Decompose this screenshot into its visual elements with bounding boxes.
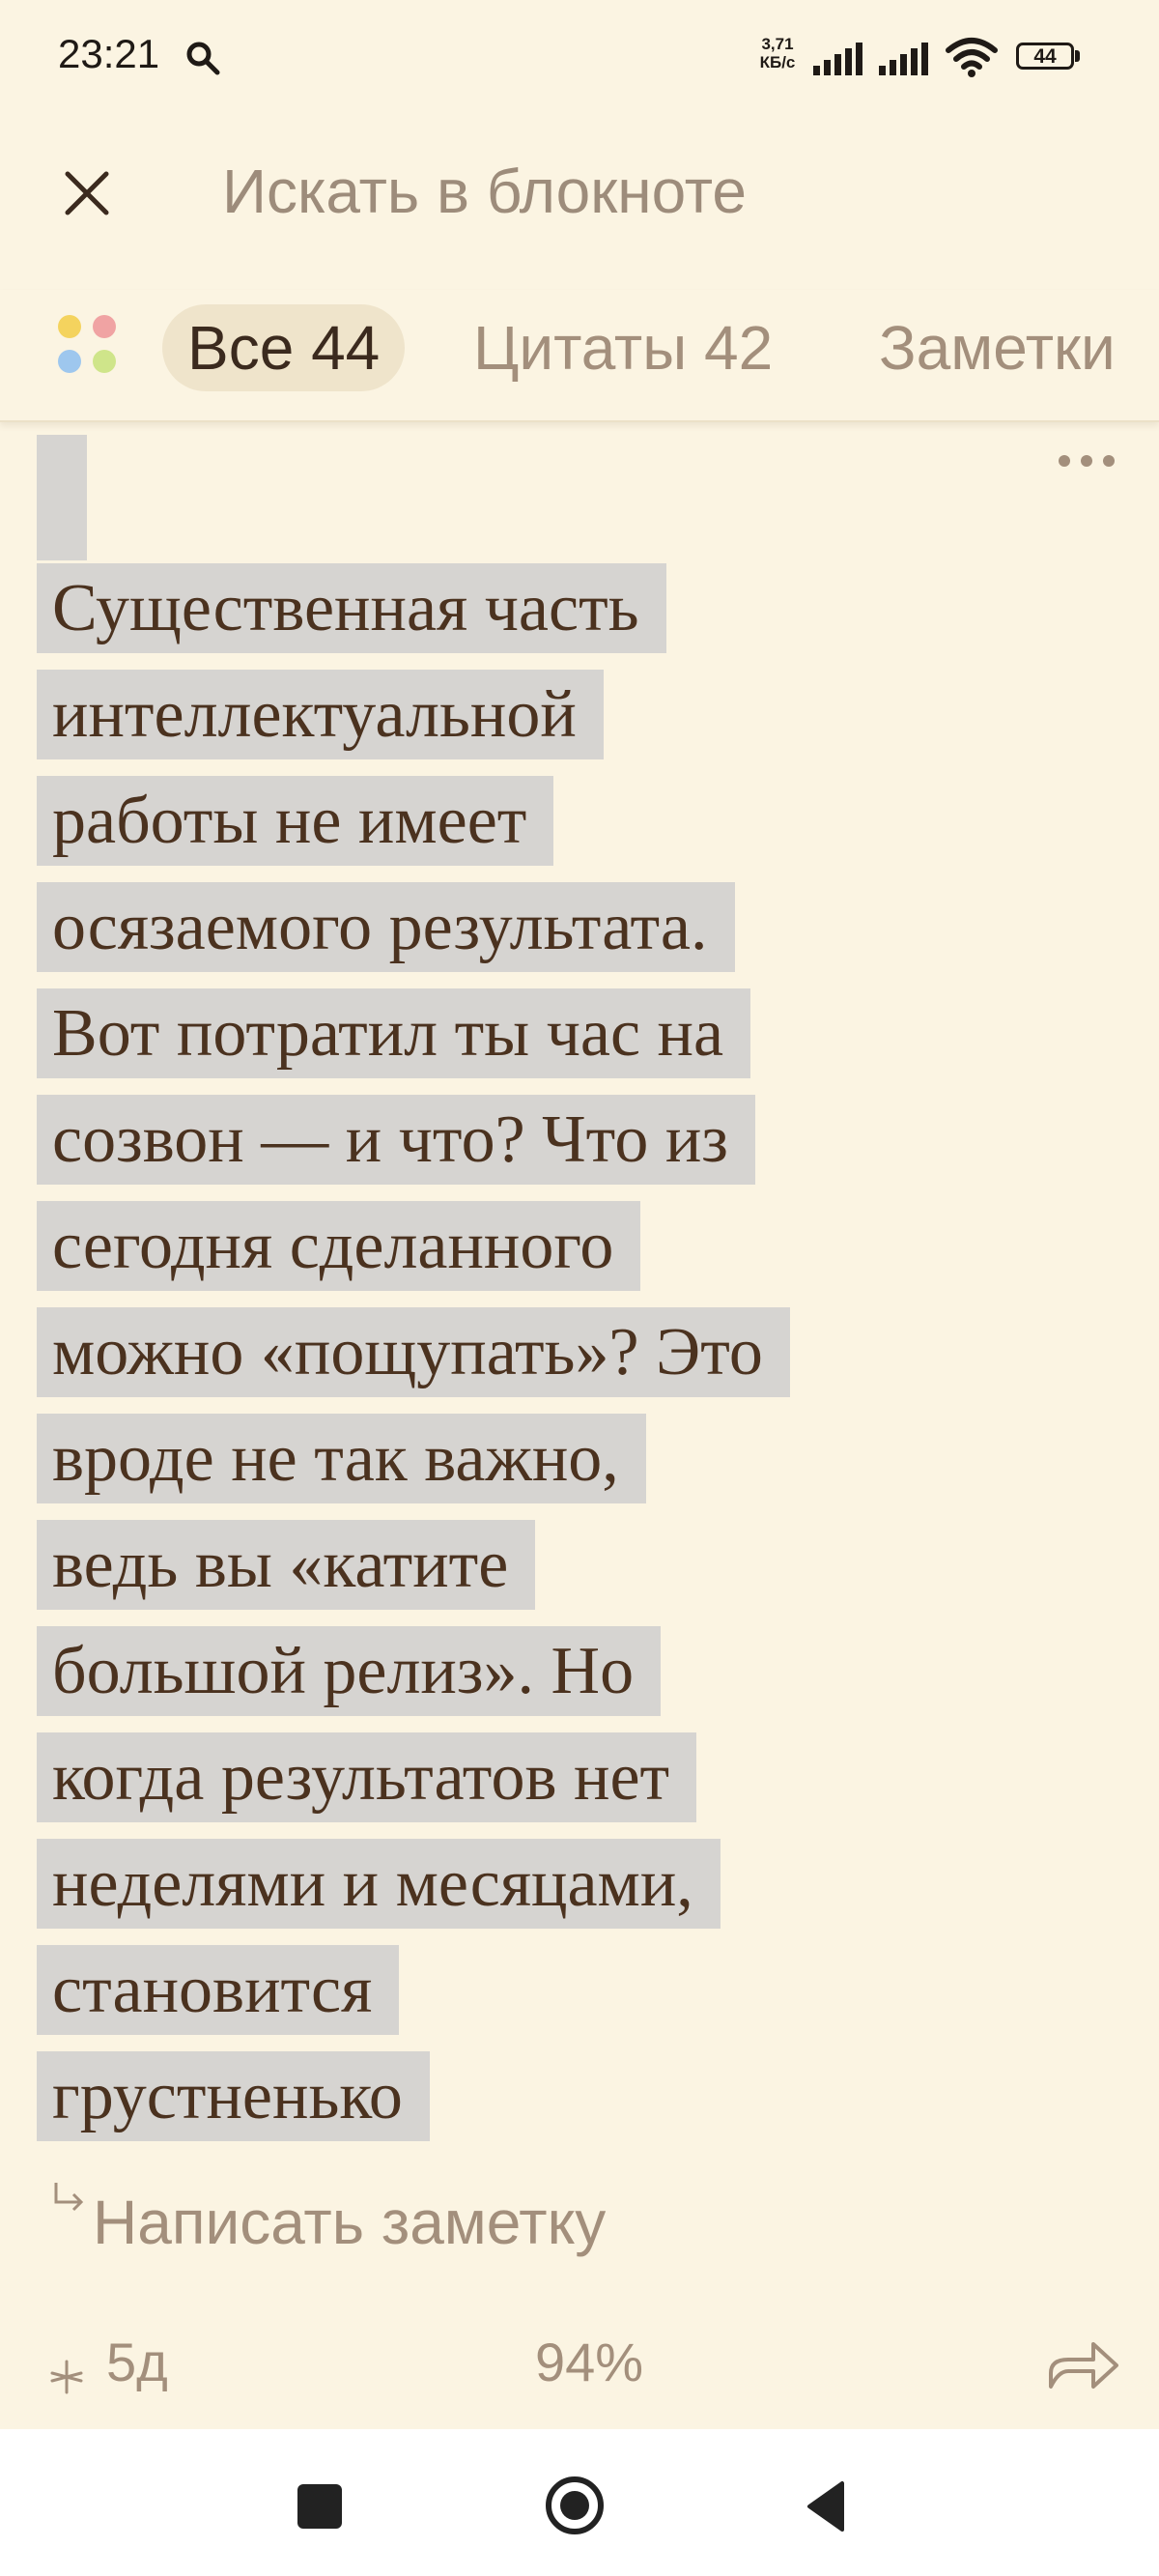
quote-line: Вот потратил ты час на (37, 988, 751, 1078)
reply-arrow-icon (54, 2183, 84, 2212)
dot-green (93, 350, 116, 373)
signal-sim1-icon (813, 43, 862, 75)
write-note-button[interactable]: Написать заметку (50, 2179, 606, 2266)
quote-age: 5д (106, 2332, 168, 2392)
status-time: 23:21 (58, 31, 160, 76)
back-icon[interactable] (802, 2477, 850, 2535)
system-nav-bar (0, 2429, 1159, 2576)
quote-line: интеллектуальной (37, 670, 604, 759)
quote-highlight-marker (37, 435, 87, 560)
quote-text[interactable]: Существенная часть интеллектуальной рабо… (37, 556, 1109, 2150)
home-icon[interactable] (541, 2472, 608, 2539)
quote-line: осязаемого результата. (37, 882, 735, 972)
quote-line: работы не имеет (37, 776, 554, 866)
battery-tip (1075, 50, 1080, 62)
share-icon (1049, 2342, 1118, 2389)
search-icon (186, 42, 220, 75)
quote-line: большой релиз». Но (37, 1626, 662, 1716)
quote-line: созвон — и что? Что из (37, 1095, 755, 1185)
search-input[interactable] (222, 153, 1091, 230)
recents-icon[interactable] (297, 2484, 342, 2529)
color-dots-icon[interactable] (58, 315, 135, 392)
status-bar: 23:21 3,71 КБ/с 44 (0, 0, 1159, 116)
share-button[interactable] (1045, 2331, 1122, 2398)
quote-line: Существенная часть (37, 563, 666, 653)
wifi-icon (946, 38, 998, 77)
filter-tabs: Все 44 Цитаты 42 Заметки (0, 290, 1159, 422)
signal-sim2-icon (879, 43, 928, 75)
network-speed-value: 3,71 (761, 35, 794, 53)
network-speed-unit: КБ/с (759, 53, 796, 72)
quote-line: ведь вы «катите (37, 1520, 536, 1610)
star-icon[interactable] (42, 2348, 91, 2396)
dot-blue (58, 350, 81, 373)
reading-progress: 94% (534, 2332, 644, 2392)
more-button[interactable] (1053, 446, 1120, 475)
quote-line: сегодня сделанного (37, 1201, 641, 1291)
dot-pink (93, 315, 116, 338)
battery-indicator: 44 (1016, 43, 1084, 73)
close-icon (65, 171, 109, 215)
quote-line: неделями и месяцами, (37, 1839, 721, 1929)
quote-line: грустненько (37, 2051, 430, 2141)
tab-notes[interactable]: Заметки (879, 304, 1116, 391)
dot-yellow (58, 315, 81, 338)
more-horizontal-icon (1059, 455, 1115, 467)
quote-line: вроде не так важно, (37, 1414, 646, 1503)
quote-line: когда результатов нет (37, 1732, 697, 1822)
tab-quotes[interactable]: Цитаты 42 (473, 304, 773, 391)
write-note-label: Написать заметку (93, 2188, 607, 2257)
close-button[interactable] (48, 155, 126, 232)
quote-line: можно «пощупать»? Это (37, 1307, 790, 1397)
battery-level: 44 (1016, 43, 1074, 70)
network-speed: 3,71 КБ/с (744, 35, 811, 72)
quote-line: становится (37, 1945, 400, 2035)
tab-all[interactable]: Все 44 (162, 304, 406, 391)
